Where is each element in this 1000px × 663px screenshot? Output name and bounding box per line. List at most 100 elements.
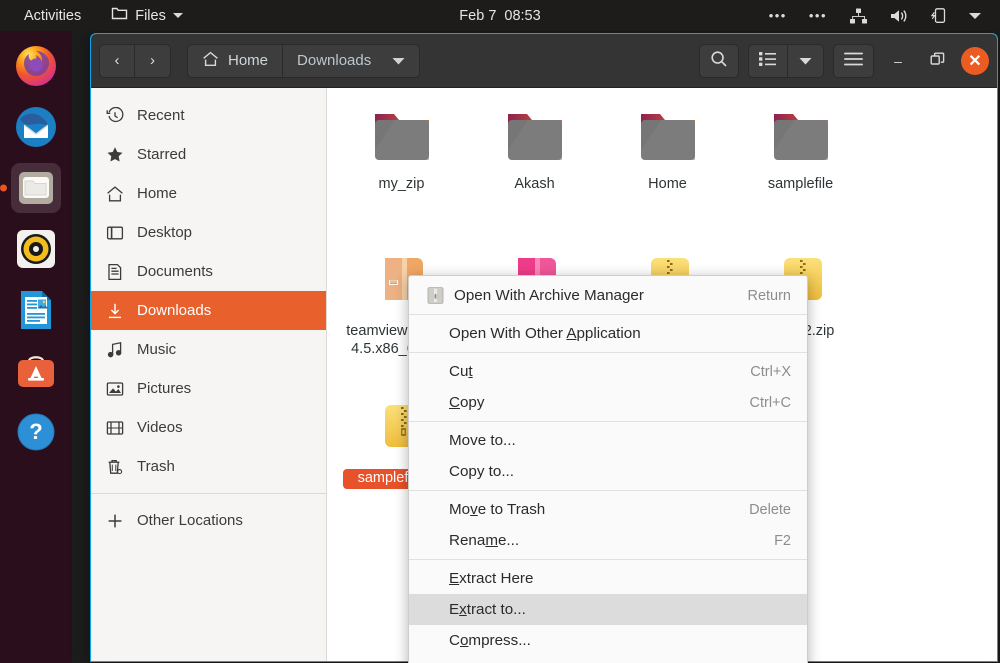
activities-button[interactable]: Activities (12, 4, 93, 28)
file-item[interactable]: samplefile (734, 100, 867, 247)
menu-item-label: Move to... (449, 432, 516, 449)
window-header-bar: ‹ › Home Downloads – ✕ (91, 34, 997, 88)
forward-button[interactable]: › (135, 43, 171, 78)
menu-item-open-with-other-application[interactable]: Open With Other Application (409, 318, 807, 349)
document-icon (106, 263, 124, 281)
sidebar-item-pictures[interactable]: Pictures (91, 369, 326, 408)
top-bar-status-area: ••• ••• (758, 0, 992, 31)
menu-separator (409, 421, 807, 422)
main-menu-button[interactable] (833, 43, 874, 78)
menu-item-move-to[interactable]: Move to... (409, 425, 807, 456)
view-options-button[interactable] (788, 43, 824, 78)
system-menu-button[interactable] (958, 9, 992, 23)
file-item[interactable]: my_zip (335, 100, 468, 247)
list-view-icon (759, 51, 777, 71)
sidebar-item-downloads[interactable]: Downloads (91, 291, 326, 330)
breadcrumb: Home Downloads (187, 43, 421, 78)
menu-item-copy-to[interactable]: Copy to... (409, 456, 807, 487)
sidebar-label: Trash (137, 458, 175, 475)
sidebar-item-videos[interactable]: Videos (91, 408, 326, 447)
menu-item-label: Rename... (449, 532, 520, 549)
chevron-down-icon (969, 12, 981, 19)
archive-icon (427, 287, 444, 304)
sidebar-label: Other Locations (137, 512, 243, 529)
hamburger-icon (844, 52, 863, 70)
file-item[interactable]: Akash (468, 100, 601, 247)
search-icon (710, 50, 728, 72)
menu-item-extract-to[interactable]: Extract to... (409, 594, 807, 625)
volume-icon[interactable] (879, 4, 920, 28)
menu-item-send-to[interactable]: Send to... (409, 656, 807, 663)
desktop-icon (106, 224, 124, 242)
sidebar-item-starred[interactable]: Starred (91, 135, 326, 174)
close-button[interactable]: ✕ (961, 46, 989, 75)
ellipsis-icon-2[interactable]: ••• (798, 8, 838, 24)
clock-time: 08:53 (504, 7, 541, 24)
main-menu-group (833, 43, 874, 78)
dock-item-firefox[interactable] (11, 41, 61, 91)
menu-item-extract-here[interactable]: Extract Here (409, 563, 807, 594)
menu-separator (409, 490, 807, 491)
minimize-button[interactable]: – (883, 46, 913, 76)
star-icon (106, 146, 124, 164)
menu-item-label: Extract to... (449, 601, 526, 618)
menu-item-open-with-archive-manager[interactable]: Open With Archive Manager Return (409, 280, 807, 311)
sidebar-item-trash[interactable]: Trash (91, 447, 326, 486)
breadcrumb-label-downloads: Downloads (297, 52, 372, 69)
network-icon[interactable] (838, 4, 879, 28)
gnome-top-bar: Activities Files Feb 7 08:53 ••• ••• (0, 0, 1000, 31)
menu-item-copy[interactable]: Copy Ctrl+C (409, 387, 807, 418)
sidebar-item-music[interactable]: Music (91, 330, 326, 369)
clock-date: Feb 7 (459, 7, 497, 24)
breadcrumb-item-downloads[interactable]: Downloads (283, 43, 421, 78)
sidebar-label: Home (137, 185, 178, 202)
thunderbird-icon (16, 107, 56, 147)
menu-item-compress[interactable]: Compress... (409, 625, 807, 656)
chevron-down-icon (172, 13, 183, 18)
sidebar-item-recent[interactable]: Recent (91, 96, 326, 135)
menu-item-label: Cut (449, 363, 473, 380)
breadcrumb-item-home[interactable]: Home (187, 43, 284, 78)
sidebar-label: Music (137, 341, 177, 358)
menu-item-accel: F2 (774, 532, 791, 549)
close-icon: ✕ (968, 52, 982, 70)
menu-separator (409, 559, 807, 560)
sidebar-item-other-locations[interactable]: Other Locations (91, 501, 326, 540)
menu-item-label: Open With Other Application (449, 325, 641, 342)
search-group (699, 43, 739, 78)
dock-item-files[interactable] (11, 163, 61, 213)
search-button[interactable] (699, 43, 739, 78)
dock-item-thunderbird[interactable] (11, 102, 61, 152)
sidebar-item-desktop[interactable]: Desktop (91, 213, 326, 252)
menu-item-label: Copy (449, 394, 485, 411)
clock-button[interactable]: Feb 7 08:53 (459, 8, 540, 24)
download-icon (106, 302, 124, 320)
home-icon (202, 51, 219, 71)
folder-icon (507, 114, 562, 160)
help-icon: ? (17, 413, 55, 451)
battery-icon[interactable] (920, 3, 958, 28)
firefox-icon (16, 46, 56, 86)
sidebar-divider (91, 493, 326, 494)
file-item[interactable]: Home (601, 100, 734, 247)
menu-item-move-to-trash[interactable]: Move to Trash Delete (409, 494, 807, 525)
ellipsis-icon-1[interactable]: ••• (758, 8, 798, 24)
app-menu-button[interactable]: Files (99, 2, 195, 29)
dock-item-libreoffice-writer[interactable] (11, 285, 61, 335)
dock-item-ubuntu-software[interactable] (11, 346, 61, 396)
view-list-button[interactable] (748, 43, 788, 78)
minimize-icon: – (894, 52, 902, 69)
folder-icon (111, 6, 128, 25)
chevron-left-icon: ‹ (114, 52, 120, 69)
dock-item-rhythmbox[interactable] (11, 224, 61, 274)
sidebar-label: Documents (137, 263, 213, 280)
menu-item-rename[interactable]: Rename... F2 (409, 525, 807, 556)
maximize-button[interactable] (922, 46, 952, 76)
menu-item-cut[interactable]: Cut Ctrl+X (409, 356, 807, 387)
sidebar-label: Videos (137, 419, 183, 436)
sidebar-item-documents[interactable]: Documents (91, 252, 326, 291)
menu-item-label: Open With Archive Manager (454, 287, 644, 304)
sidebar-item-home[interactable]: Home (91, 174, 326, 213)
back-button[interactable]: ‹ (99, 43, 135, 78)
dock-item-help[interactable]: ? (11, 407, 61, 457)
